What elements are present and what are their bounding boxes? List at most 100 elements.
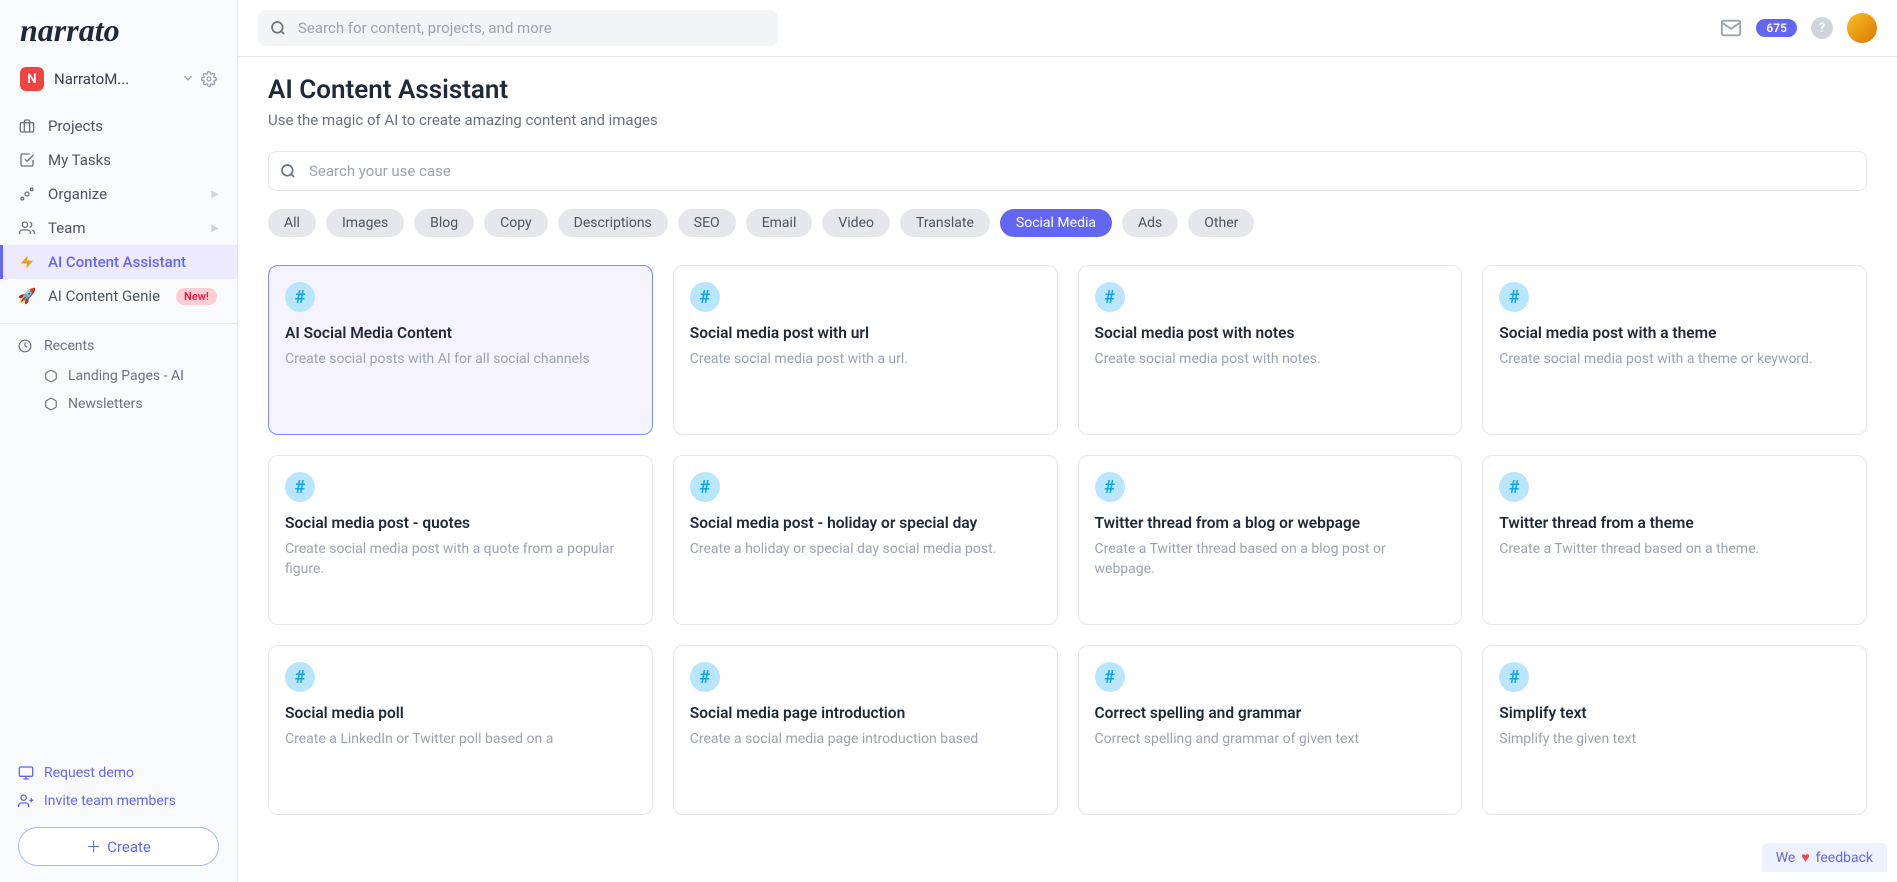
filter-pill-ads[interactable]: Ads [1122, 209, 1178, 237]
search-icon [270, 20, 286, 36]
template-card[interactable]: # Social media post with a theme Create so… [1482, 265, 1867, 435]
heart-icon: ♥ [1801, 849, 1809, 866]
new-badge: New! [176, 288, 217, 305]
feedback-tab[interactable]: We ♥ feedback [1762, 843, 1887, 872]
filter-pill-social-media[interactable]: Social Media [1000, 209, 1112, 237]
card-title: Social media post - holiday or special d… [690, 514, 1041, 532]
hash-icon: # [1499, 282, 1529, 312]
envelope-icon[interactable] [1720, 17, 1742, 39]
card-desc: Create a LinkedIn or Twitter poll based … [285, 730, 636, 750]
template-card[interactable]: #Social media post - holiday or special … [673, 455, 1058, 625]
template-card[interactable]: #Social media post with urlCreate social… [673, 265, 1058, 435]
card-title: Social media post with notes [1095, 324, 1446, 342]
help-icon[interactable]: ? [1811, 17, 1833, 39]
template-card[interactable]: #Correct spelling and grammarCorrect spe… [1078, 645, 1463, 815]
template-card[interactable]: #Simplify textSimplify the given text [1482, 645, 1867, 815]
filter-pill-descriptions[interactable]: Descriptions [558, 209, 668, 237]
sidebar-item-label: AI Content Assistant [48, 253, 186, 271]
sidebar-item-label: Organize [48, 185, 107, 203]
card-title: Social media post with a theme [1499, 324, 1850, 342]
page-subtitle: Use the magic of AI to create amazing co… [268, 111, 1867, 129]
sidebar-item-projects[interactable]: Projects [0, 109, 237, 143]
chevron-down-icon[interactable] [181, 71, 195, 87]
filter-pill-other[interactable]: Other [1188, 209, 1254, 237]
avatar[interactable] [1847, 13, 1877, 43]
page-title: AI Content Assistant [268, 75, 1867, 105]
usecase-search-wrap [268, 151, 1867, 191]
check-icon [18, 152, 36, 168]
sidebar-item-ai-assistant[interactable]: AI Content Assistant [0, 245, 237, 279]
card-title: Twitter thread from a theme [1499, 514, 1850, 532]
divider [0, 323, 237, 324]
card-desc: Create a social media page introduction … [690, 730, 1041, 750]
template-card[interactable]: #Twitter thread from a themeCreate a Twi… [1482, 455, 1867, 625]
recent-label: Landing Pages - AI [68, 368, 184, 384]
hash-icon: # [1095, 282, 1125, 312]
logo-area: narrato [0, 0, 237, 57]
template-card[interactable]: #Social media post - quotesCreate social… [268, 455, 653, 625]
recent-item[interactable]: Newsletters [0, 390, 237, 418]
filter-pill-copy[interactable]: Copy [484, 209, 548, 237]
hash-icon: # [690, 662, 720, 692]
cube-icon [44, 397, 58, 411]
filter-pill-all[interactable]: All [268, 209, 316, 237]
filter-pill-seo[interactable]: SEO [678, 209, 736, 237]
filter-pill-images[interactable]: Images [326, 209, 404, 237]
card-desc: Create social media post with notes. [1095, 350, 1446, 370]
sidebar-item-ai-genie[interactable]: 🚀 AI Content Genie New! [0, 279, 237, 313]
create-button[interactable]: ＋ Create [18, 827, 219, 866]
monitor-icon [18, 765, 34, 781]
template-card[interactable]: #AI Social Media ContentCreate social po… [268, 265, 653, 435]
recent-label: Newsletters [68, 396, 143, 412]
request-demo-link[interactable]: Request demo [18, 759, 219, 787]
hash-icon: # [690, 282, 720, 312]
credit-badge[interactable]: 675 [1756, 19, 1797, 37]
main: 675 ? AI Content Assistant Use the magic… [238, 0, 1897, 882]
filter-pill-translate[interactable]: Translate [900, 209, 990, 237]
workspace-actions [181, 71, 217, 87]
briefcase-icon [18, 118, 36, 134]
card-title: Social media post with url [690, 324, 1041, 342]
sidebar-item-team[interactable]: Team ▶ [0, 211, 237, 245]
template-card[interactable]: # Social media post with notes Create soci… [1078, 265, 1463, 435]
gear-icon[interactable] [201, 71, 217, 87]
card-desc: Create social media post with a theme or… [1499, 350, 1850, 370]
filter-pill-email[interactable]: Email [746, 209, 813, 237]
global-search-wrap [258, 10, 778, 46]
filter-pill-blog[interactable]: Blog [414, 209, 474, 237]
hash-icon: # [1095, 472, 1125, 502]
sidebar-item-organize[interactable]: Organize ▶ [0, 177, 237, 211]
recent-item[interactable]: Landing Pages - AI [0, 362, 237, 390]
sidebar-item-label: AI Content Genie [48, 287, 160, 305]
hash-icon: # [1095, 662, 1125, 692]
card-title: Social media poll [285, 704, 636, 722]
workspace-selector[interactable]: N NarratoM... [0, 57, 237, 105]
sidebar-item-tasks[interactable]: My Tasks [0, 143, 237, 177]
bolt-icon [18, 254, 36, 270]
plus-icon: ＋ [86, 836, 101, 857]
template-card[interactable]: #Twitter thread from a blog or webpageCr… [1078, 455, 1463, 625]
link-label: Request demo [44, 765, 134, 781]
card-desc: Create social posts with AI for all soci… [285, 350, 636, 370]
sliders-icon [18, 186, 36, 202]
template-card[interactable]: #Social media page introductionCreate a … [673, 645, 1058, 815]
card-desc: Correct spelling and grammar of given te… [1095, 730, 1446, 750]
global-search-input[interactable] [258, 10, 778, 46]
template-card[interactable]: #Social media pollCreate a LinkedIn or T… [268, 645, 653, 815]
invite-link[interactable]: Invite team members [18, 787, 219, 815]
chevron-right-icon: ▶ [211, 223, 219, 234]
chevron-right-icon: ▶ [211, 189, 219, 200]
feedback-label: feedback [1816, 850, 1873, 866]
brand-logo: narrato [20, 12, 217, 49]
recents-header: Recents [0, 330, 237, 362]
usecase-search-input[interactable] [268, 151, 1867, 191]
card-desc: Create social media post with a quote fr… [285, 540, 636, 579]
feedback-prefix: We [1776, 850, 1796, 866]
topbar-right: 675 ? [1720, 13, 1877, 43]
hash-icon: # [1499, 662, 1529, 692]
filter-pill-video[interactable]: Video [822, 209, 890, 237]
sidebar: narrato N NarratoM... Projects My Tasks … [0, 0, 238, 882]
cards-grid: #AI Social Media ContentCreate social po… [268, 265, 1867, 815]
topbar: 675 ? [238, 0, 1897, 57]
card-title: Simplify text [1499, 704, 1850, 722]
